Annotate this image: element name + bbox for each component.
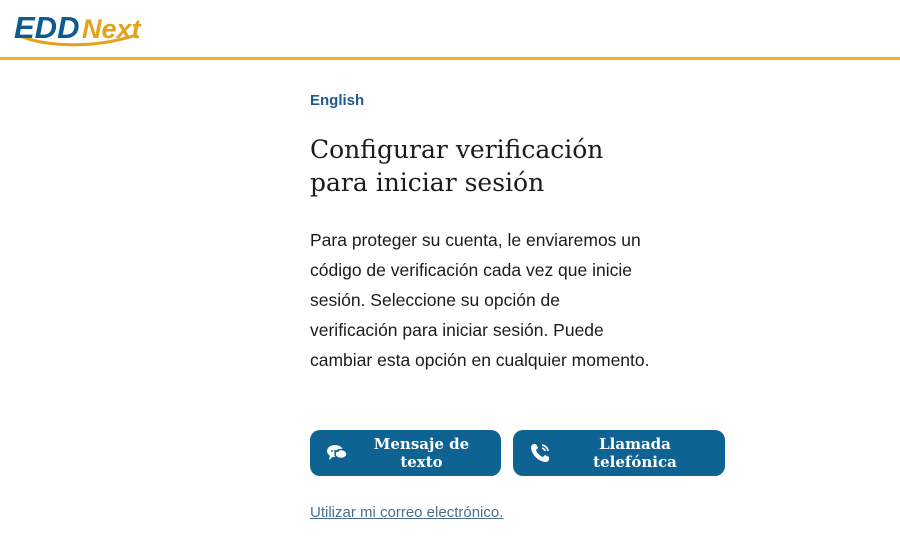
phone-call-button-label: Llamada telefónica	[593, 435, 677, 471]
logo-text-next: Next	[82, 14, 142, 44]
use-email-link[interactable]: Utilizar mi correo electrónico.	[310, 504, 503, 521]
logo-text-edd: EDD	[14, 10, 79, 45]
edd-next-logo[interactable]: EDD Next	[14, 5, 154, 51]
chat-bubbles-icon	[326, 442, 348, 464]
phone-call-button[interactable]: Llamada telefónica	[513, 430, 725, 476]
description-text: Para proteger su cuenta, le enviaremos u…	[310, 230, 650, 370]
page-title: Configurar verificación para iniciar ses…	[310, 135, 604, 197]
text-message-button-label: Mensaje de texto	[373, 435, 470, 471]
text-message-button[interactable]: Mensaje de texto	[310, 430, 501, 476]
phone-icon	[529, 442, 551, 464]
logo-graphic: EDD Next	[14, 10, 142, 47]
language-toggle-link[interactable]: English	[310, 92, 364, 109]
page-header: EDD Next	[0, 0, 900, 60]
